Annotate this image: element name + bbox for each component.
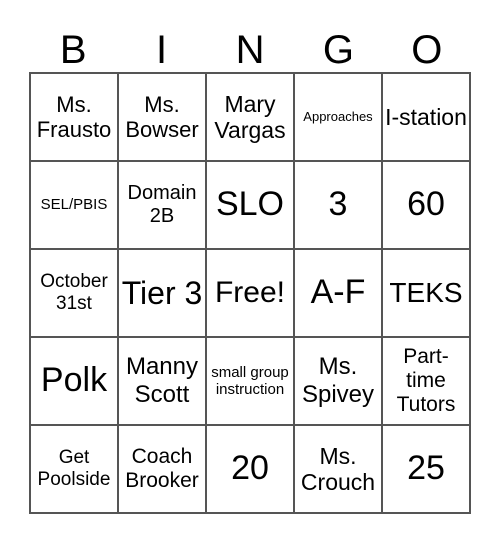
bingo-cell[interactable]: Ms. Spivey <box>294 337 382 425</box>
bingo-cell[interactable]: Coach Brooker <box>118 425 206 513</box>
bingo-cell[interactable]: TEKS <box>382 249 470 337</box>
bingo-cell[interactable]: 60 <box>382 161 470 249</box>
bingo-cell[interactable]: Get Poolside <box>30 425 118 513</box>
bingo-cell[interactable]: A-F <box>294 249 382 337</box>
header-letter-i: I <box>156 28 168 72</box>
bingo-cell[interactable]: October 31st <box>30 249 118 337</box>
bingo-cell[interactable]: Free! <box>206 249 294 337</box>
bingo-cell[interactable]: SLO <box>206 161 294 249</box>
bingo-cell[interactable]: Ms. Bowser <box>118 73 206 161</box>
header-letter-n: N <box>235 28 265 72</box>
bingo-cell[interactable]: Mary Vargas <box>206 73 294 161</box>
bingo-grid: Ms. Frausto Ms. Bowser Mary Vargas Approach… <box>29 72 471 514</box>
header-letter-b: B <box>59 28 87 72</box>
bingo-cell[interactable]: Polk <box>30 337 118 425</box>
bingo-cell[interactable]: 3 <box>294 161 382 249</box>
bingo-cell[interactable]: Approaches <box>294 73 382 161</box>
bingo-cell[interactable]: 20 <box>206 425 294 513</box>
bingo-cell[interactable]: 25 <box>382 425 470 513</box>
bingo-cell[interactable]: I-station <box>382 73 470 161</box>
header-letter-g: G <box>322 28 354 72</box>
bingo-cell[interactable]: Ms. Crouch <box>294 425 382 513</box>
header-letter-o: O <box>411 28 443 72</box>
bingo-cell[interactable]: Part-time Tutors <box>382 337 470 425</box>
bingo-cell[interactable]: Tier 3 <box>118 249 206 337</box>
bingo-cell[interactable]: Manny Scott <box>118 337 206 425</box>
bingo-cell[interactable]: SEL/PBIS <box>30 161 118 249</box>
bingo-cell[interactable]: small group instruction <box>206 337 294 425</box>
bingo-header: B I N G O <box>29 28 471 72</box>
bingo-cell[interactable]: Domain 2B <box>118 161 206 249</box>
bingo-cell[interactable]: Ms. Frausto <box>30 73 118 161</box>
